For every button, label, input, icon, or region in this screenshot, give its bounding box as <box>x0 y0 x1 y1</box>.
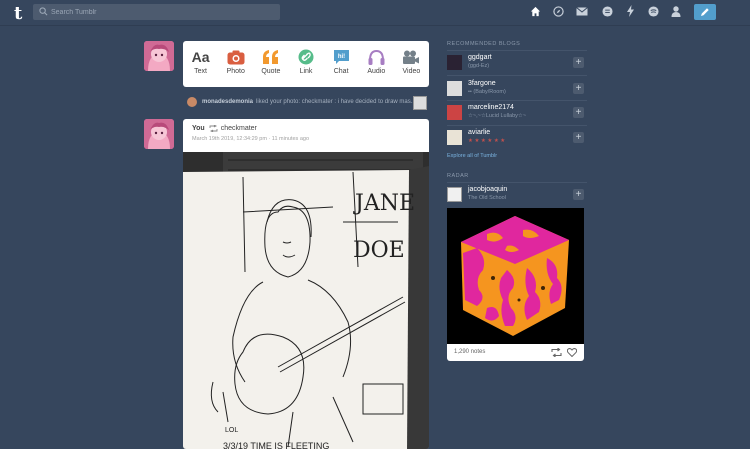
activity-text: liked your photo: checkmater : i have de… <box>256 99 416 105</box>
compose-button[interactable] <box>694 4 716 20</box>
blog-name[interactable]: jacobjoaquin <box>468 186 507 193</box>
post-type-video[interactable]: Video <box>394 41 429 87</box>
follow-button[interactable]: + <box>573 57 584 68</box>
link-icon <box>297 49 315 65</box>
search-icon <box>39 7 48 16</box>
divider <box>447 75 587 76</box>
post-type-label: Link <box>299 68 313 75</box>
post-author[interactable]: You <box>192 125 205 132</box>
post-type-label: Video <box>402 68 421 75</box>
blog-subtitle: •• (Baby/Room) <box>468 89 506 95</box>
explore-all-link[interactable]: Explore all of Tumblr <box>447 153 497 159</box>
post-date: March 19th 2019, 12:34:29 pm · 11 minute… <box>192 136 309 142</box>
search-input[interactable] <box>51 4 271 20</box>
recommended-blog[interactable]: aviarlie ★ ★ ★ ★ ★ ★ + <box>447 127 587 149</box>
radar-post-footer: 1,290 notes <box>447 344 584 361</box>
drawing-signature: LOL <box>225 427 238 434</box>
divider <box>447 125 587 126</box>
reblog-icon <box>209 125 218 132</box>
recommended-blog[interactable]: 3fargone •• (Baby/Room) + <box>447 78 587 100</box>
post-type-audio[interactable]: Audio <box>359 41 394 87</box>
activity-post-thumbnail[interactable] <box>413 96 427 110</box>
divider <box>447 182 587 183</box>
post-card: You checkmater March 19th 2019, 12:34:29… <box>183 119 429 449</box>
blog-subtitle: ★ ★ ★ ★ ★ ★ <box>468 138 506 144</box>
follow-button[interactable]: + <box>573 132 584 143</box>
blog-avatar[interactable] <box>447 105 462 120</box>
radar-title: RADAR <box>447 173 469 179</box>
divider <box>447 50 587 51</box>
recommended-blog[interactable]: marceline2174 ☆~,~☆Lucid Lullaby☆~ + <box>447 102 587 124</box>
quote-icon <box>262 49 280 65</box>
patio-icon[interactable] <box>646 4 660 18</box>
top-bar: t <box>0 0 750 26</box>
drawing-caption: 3/3/19 TIME IS FLEETING <box>223 441 329 449</box>
blog-avatar[interactable] <box>447 187 462 202</box>
blog-name[interactable]: 3fargone <box>468 80 496 87</box>
post-photo[interactable]: JANE DOE LOL 3/3/19 TIME IS FLEETING <box>183 152 429 449</box>
reblog-icon[interactable] <box>551 348 562 357</box>
headphones-icon <box>367 49 385 65</box>
follow-button[interactable]: + <box>573 83 584 94</box>
post-type-label: Chat <box>333 68 349 75</box>
post-type-label: Audio <box>367 68 386 75</box>
user-avatar[interactable] <box>144 41 174 71</box>
notes-count[interactable]: 1,290 notes <box>454 349 485 355</box>
post-type-quote[interactable]: Quote <box>253 41 288 87</box>
reblogged-from-link[interactable]: checkmater <box>221 125 257 132</box>
post-avatar[interactable] <box>144 119 174 149</box>
activity-user[interactable]: monadesdemonia <box>202 99 253 105</box>
inbox-icon[interactable] <box>575 4 589 18</box>
recommended-blog[interactable]: ggdgart (ggd-Ez) + <box>447 52 587 74</box>
activity-avatar[interactable] <box>187 97 197 107</box>
radar-blog[interactable]: jacobjoaquin The Old School + <box>447 184 587 206</box>
account-icon[interactable] <box>669 4 683 18</box>
explore-icon[interactable] <box>551 4 565 18</box>
blog-subtitle: (ggd-Ez) <box>468 63 490 69</box>
blog-name[interactable]: ggdgart <box>468 54 492 61</box>
post-type-composer: Aa Text Photo Quote Link hi! Chat Audio <box>183 41 429 87</box>
follow-button[interactable]: + <box>573 189 584 200</box>
svg-text:hi!: hi! <box>337 54 344 60</box>
home-icon[interactable] <box>528 4 542 18</box>
radar-post-image[interactable] <box>447 208 584 344</box>
drawing-title-line1: JANE <box>353 191 415 216</box>
blog-avatar[interactable] <box>447 55 462 70</box>
blog-name[interactable]: marceline2174 <box>468 104 514 111</box>
search-bar[interactable] <box>33 4 280 20</box>
blog-avatar[interactable] <box>447 81 462 96</box>
follow-button[interactable]: + <box>573 107 584 118</box>
blog-avatar[interactable] <box>447 130 462 145</box>
blog-subtitle: ☆~,~☆Lucid Lullaby☆~ <box>468 113 527 119</box>
post-type-label: Photo <box>226 68 245 75</box>
post-type-label: Quote <box>261 68 281 75</box>
text-icon: Aa <box>191 49 210 65</box>
tumblr-logo[interactable]: t <box>14 3 22 24</box>
post-type-text[interactable]: Aa Text <box>183 41 218 87</box>
post-type-link[interactable]: Link <box>288 41 323 87</box>
post-type-photo[interactable]: Photo <box>218 41 253 87</box>
camera-icon <box>227 49 245 65</box>
divider <box>447 100 587 101</box>
like-heart-icon[interactable] <box>567 348 577 357</box>
messages-icon[interactable] <box>600 4 614 18</box>
recommended-blogs-title: RECOMMENDED BLOGS <box>447 41 521 47</box>
activity-notification: monadesdemonia liked your photo: checkma… <box>183 96 429 110</box>
chat-icon: hi! <box>332 49 350 65</box>
video-camera-icon <box>402 49 420 65</box>
blog-subtitle: The Old School <box>468 195 506 201</box>
blog-name[interactable]: aviarlie <box>468 129 490 136</box>
post-type-label: Text <box>194 68 207 75</box>
pencil-icon <box>701 8 709 16</box>
post-type-chat[interactable]: hi! Chat <box>324 41 359 87</box>
activity-icon[interactable] <box>623 4 637 18</box>
drawing-title-line2: DOE <box>353 238 405 263</box>
post-header: You checkmater <box>192 125 257 132</box>
